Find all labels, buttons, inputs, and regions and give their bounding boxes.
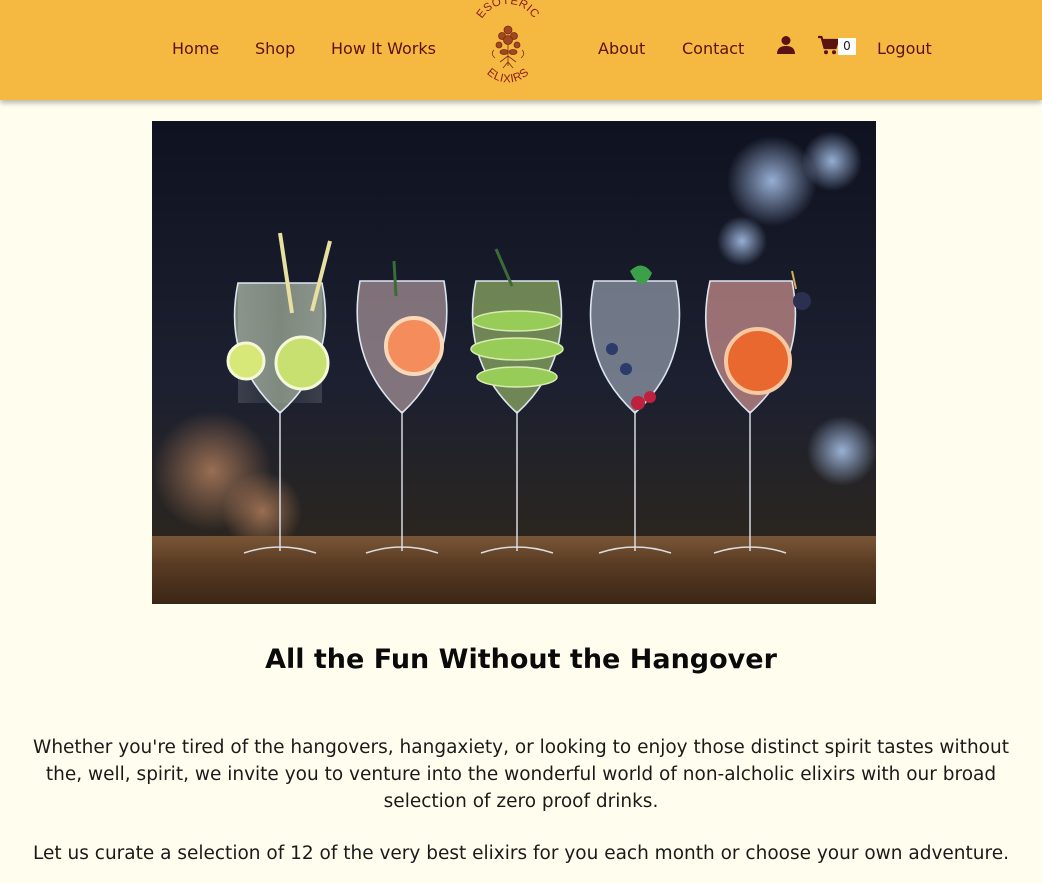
intro-paragraph: Whether you're tired of the hangovers, h… <box>33 737 1009 812</box>
logo-bottom-text: ELIXIRS <box>485 66 531 85</box>
svg-text:ELIXIRS: ELIXIRS <box>485 66 532 85</box>
logo-top-text: ESOTERIC <box>475 0 541 21</box>
subscription-offer-paragraph: Let us curate a selection of 12 of the v… <box>33 843 1009 864</box>
nav-how-it-works-link[interactable]: How It Works <box>331 39 436 59</box>
logout-link[interactable]: Logout <box>877 39 932 59</box>
hero-cocktails-image <box>152 121 876 604</box>
botanical-flower-icon <box>491 25 525 69</box>
shopping-cart-icon[interactable] <box>817 35 839 55</box>
esoteric-elixirs-logo[interactable]: ESOTERIC ELIXIRS <box>466 0 550 96</box>
nav-contact-link[interactable]: Contact <box>682 39 744 59</box>
svg-text:ESOTERIC: ESOTERIC <box>475 0 542 21</box>
site-header: Home Shop How It Works ESOTERIC ELIXIRS … <box>0 0 1042 100</box>
user-icon[interactable] <box>776 35 796 55</box>
nav-about-link[interactable]: About <box>598 39 645 59</box>
cart-count-badge: 0 <box>838 38 856 55</box>
nav-shop-link[interactable]: Shop <box>255 39 295 59</box>
page-headline: All the Fun Without the Hangover <box>265 644 777 675</box>
nav-home-link[interactable]: Home <box>172 39 219 59</box>
